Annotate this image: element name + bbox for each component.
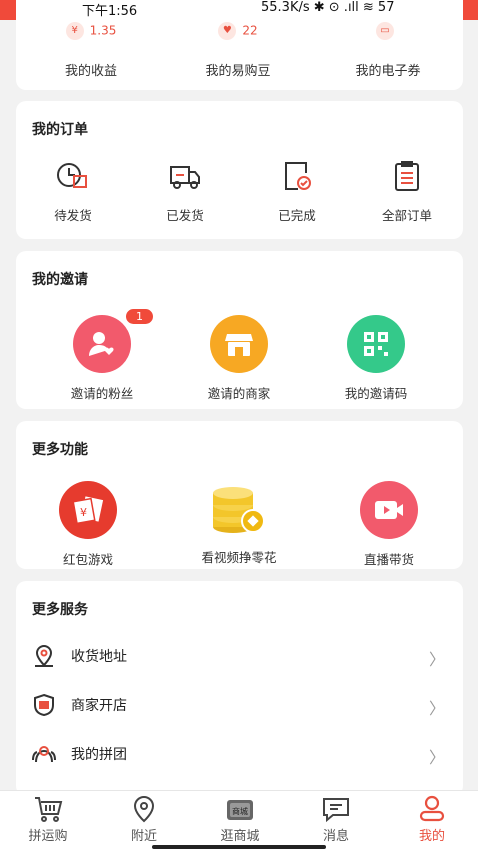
status-indicators: 55.3K/s ✱ ⊙ .ıll ≋ 57 <box>261 0 395 15</box>
group-icon <box>32 746 56 763</box>
shop-icon <box>210 315 268 373</box>
invites-card: 我的邀请 1 邀请的粉丝 邀请的商家 我的邀请码 <box>16 251 463 409</box>
order-all-label: 全部订单 <box>381 208 432 223</box>
order-completed[interactable]: 已完成 <box>252 159 342 224</box>
tab-mall-label: 逛商城 <box>220 829 260 844</box>
status-bar: 下午1:56 55.3K/s ✱ ⊙ .ıll ≋ 57 <box>0 0 478 19</box>
service-address[interactable]: 收货地址 〉 <box>16 636 463 676</box>
order-pending[interactable]: 待发货 <box>28 159 118 224</box>
service-open-shop-label: 商家开店 <box>71 698 127 714</box>
invite-merchants[interactable]: 邀请的商家 <box>179 315 299 402</box>
person-icon <box>419 795 445 822</box>
invite-code[interactable]: 我的邀请码 <box>316 315 436 402</box>
ticket-icon: ▭ <box>376 22 394 40</box>
service-group-buy[interactable]: 我的拼团 〉 <box>16 734 463 774</box>
truck-icon <box>170 166 200 189</box>
tab-nearby-label: 附近 <box>130 829 157 844</box>
tab-group-buy[interactable]: 拼运购 <box>0 791 96 844</box>
location-icon <box>35 645 53 667</box>
services-card: 更多服务 收货地址 〉 商家开店 〉 我的拼团 〉 <box>16 581 463 796</box>
service-address-label: 收货地址 <box>71 649 127 665</box>
invites-title: 我的邀请 <box>32 272 88 288</box>
shop-shield-icon <box>34 693 54 717</box>
fans-badge: 1 <box>126 309 153 324</box>
service-open-shop[interactable]: 商家开店 〉 <box>16 685 463 725</box>
feature-live[interactable]: 直播带货 <box>329 481 449 568</box>
bottom-tab-bar: 拼运购 附近 商城 逛商城 消息 我的 <box>0 790 478 850</box>
feature-watch-video[interactable]: 看视频挣零花 <box>179 479 299 566</box>
mall-icon: 商城 <box>227 800 253 820</box>
feature-live-label: 直播带货 <box>363 552 414 567</box>
coupons-label: 我的电子券 <box>355 64 421 79</box>
status-time: 下午1:56 <box>82 4 138 19</box>
services-title: 更多服务 <box>32 602 88 618</box>
feature-red-envelope[interactable]: ¥ 红包游戏 <box>28 481 148 568</box>
chevron-right-icon: 〉 <box>428 650 445 669</box>
invite-fans[interactable]: 1 邀请的粉丝 <box>42 309 162 402</box>
pin-icon <box>133 796 155 823</box>
orders-title: 我的订单 <box>32 122 88 138</box>
order-completed-label: 已完成 <box>278 208 316 223</box>
invite-merchants-label: 邀请的商家 <box>207 386 271 401</box>
tab-group-buy-label: 拼运购 <box>28 829 68 844</box>
beans-value: 22 <box>242 23 258 38</box>
tab-mall[interactable]: 商城 逛商城 <box>192 791 288 844</box>
tab-messages-label: 消息 <box>322 829 349 844</box>
tab-mine[interactable]: 我的 <box>384 791 478 844</box>
qrcode-icon <box>347 315 405 373</box>
chevron-right-icon: 〉 <box>428 699 445 718</box>
live-video-icon <box>360 481 418 539</box>
invite-code-label: 我的邀请码 <box>344 386 408 401</box>
cart-icon <box>35 797 63 822</box>
money-bag-icon: ¥ <box>65 22 84 40</box>
order-shipped[interactable]: 已发货 <box>140 159 230 224</box>
invite-fans-label: 邀请的粉丝 <box>70 386 134 401</box>
earnings-value: 1.35 <box>89 23 117 38</box>
red-envelope-icon: ¥ <box>59 481 117 539</box>
order-all[interactable]: 全部订单 <box>362 159 452 224</box>
features-title: 更多功能 <box>32 442 88 458</box>
features-card: 更多功能 ¥ 红包游戏 看视频挣零花 直播带货 <box>16 421 463 569</box>
feature-red-envelope-label: 红包游戏 <box>62 552 113 567</box>
svg-text:¥: ¥ <box>80 506 87 519</box>
service-group-buy-label: 我的拼团 <box>71 747 127 763</box>
tab-messages[interactable]: 消息 <box>288 791 384 844</box>
mall-icon-text: 商城 <box>232 806 248 816</box>
message-icon <box>323 798 349 823</box>
orders-card: 我的订单 待发货 已发货 已完成 全部订单 <box>16 101 463 239</box>
coins-icon <box>213 487 265 533</box>
feature-watch-video-label: 看视频挣零花 <box>201 550 277 565</box>
fans-icon: 1 <box>73 309 153 373</box>
chevron-right-icon: 〉 <box>428 748 445 767</box>
check-doc-icon <box>285 162 311 190</box>
tab-nearby[interactable]: 附近 <box>96 791 192 844</box>
tab-mine-label: 我的 <box>418 829 445 844</box>
clock-box-icon <box>57 163 87 188</box>
heart-coin-icon: ♥ <box>218 22 237 40</box>
order-shipped-label: 已发货 <box>166 208 204 223</box>
earnings-label: 我的收益 <box>64 64 117 79</box>
home-indicator <box>152 845 326 849</box>
order-pending-label: 待发货 <box>54 208 92 223</box>
beans-label: 我的易购豆 <box>205 64 271 79</box>
clipboard-icon <box>395 161 419 191</box>
